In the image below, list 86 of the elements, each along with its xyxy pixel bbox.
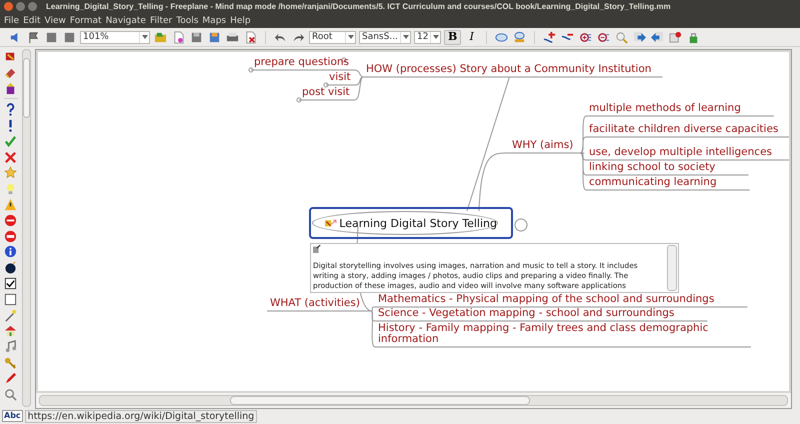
dropdown[interactable]: SansS...: [359, 30, 411, 44]
magic-wand-icon[interactable]: [4, 308, 17, 322]
house-icon[interactable]: [4, 324, 17, 338]
map-node[interactable]: multiple methods of learning: [588, 103, 742, 114]
scrollbar-thumb[interactable]: [23, 58, 30, 118]
tools-icon[interactable]: [4, 50, 17, 63]
map-node[interactable]: prepare questions: [253, 57, 350, 68]
menu-item[interactable]: Navigate: [104, 16, 148, 26]
menu-item[interactable]: View: [42, 16, 68, 26]
dropdown[interactable]: Root: [309, 30, 356, 44]
magnifier-icon[interactable]: [615, 30, 628, 44]
empty-box-icon[interactable]: [4, 292, 17, 306]
save-as-icon[interactable]: [208, 30, 221, 44]
root-node-text: Learning Digital Story Telling: [339, 216, 497, 230]
cloud-icon[interactable]: [495, 30, 508, 44]
italic-button[interactable]: I: [464, 30, 480, 44]
menu-item[interactable]: Edit: [21, 16, 42, 26]
flag-icon[interactable]: [27, 30, 40, 44]
menu-item[interactable]: Tools: [174, 16, 200, 26]
square-icon[interactable]: [45, 30, 58, 44]
map-node[interactable]: Mathematics - Physical mapping of the school and surroundings: [377, 294, 716, 305]
map-node[interactable]: communicating learning: [588, 177, 718, 188]
zoom-out-icon[interactable]: [597, 30, 610, 44]
arrow-left-icon[interactable]: [651, 30, 664, 44]
stop-icon[interactable]: [4, 214, 17, 227]
minimize-button[interactable]: [16, 2, 25, 11]
map-node[interactable]: post visit: [301, 87, 351, 98]
pencil-icon[interactable]: [4, 372, 17, 385]
menu-item[interactable]: Format: [68, 16, 104, 26]
status-link-text: https://en.wikipedia.org/wiki/Digital_storytelling: [24, 410, 258, 422]
caret-icon: [432, 35, 438, 39]
dropdown[interactable]: 101%: [80, 30, 150, 44]
maximize-button[interactable]: [28, 2, 37, 11]
add-link-icon[interactable]: [543, 30, 556, 44]
folder-icon[interactable]: [154, 30, 167, 44]
note-icon: [313, 245, 321, 253]
warning-icon[interactable]: [4, 198, 17, 211]
note-scrollbar[interactable]: [667, 245, 677, 291]
save-icon[interactable]: [190, 30, 203, 44]
menu-item[interactable]: Maps: [200, 16, 228, 26]
cloud-color-icon[interactable]: [513, 30, 526, 44]
zoom-in-icon[interactable]: [579, 30, 592, 44]
dropdown[interactable]: 12: [414, 30, 441, 44]
menu-item[interactable]: Filter: [148, 16, 174, 26]
music-note-icon[interactable]: [4, 340, 17, 354]
window-title: Learning_Digital_Story_Telling - Freeplane - Mind map mode /home/ranjani/Documents/5. ICT Curriculum and courses/COL book/Learning_Digital_Story_Telling.mm: [46, 2, 671, 11]
menu-item[interactable]: File: [2, 16, 22, 26]
minus-icon[interactable]: [4, 230, 17, 243]
fold-indicator-icon[interactable]: [514, 218, 528, 232]
pin-icon[interactable]: [669, 30, 682, 44]
map-node[interactable]: facilitate children diverse capacities: [588, 124, 780, 135]
close-button[interactable]: [4, 2, 13, 11]
arrow-right-icon[interactable]: [633, 30, 646, 44]
map-node[interactable]: Science - Vegetation mapping - school and surroundings: [377, 308, 676, 319]
scrollbar-thumb[interactable]: [230, 396, 530, 405]
caret-icon: [348, 35, 354, 39]
close-document-icon[interactable]: [244, 30, 257, 44]
spell-check-icon[interactable]: Abc: [2, 410, 23, 422]
menu-item[interactable]: Help: [228, 16, 253, 26]
cross-icon[interactable]: [4, 150, 17, 164]
map-node[interactable]: HOW (processes) Story about a Community Institution: [365, 64, 652, 75]
bomb-icon[interactable]: [4, 261, 17, 274]
map-node[interactable]: use, develop multiple intelligences: [588, 147, 774, 158]
caret-icon: [142, 35, 148, 39]
new-document-icon[interactable]: [172, 30, 185, 44]
caret-icon: [402, 35, 408, 39]
check-icon[interactable]: [4, 134, 17, 148]
vertical-scrollbar[interactable]: [22, 49, 31, 407]
root-node[interactable]: Learning Digital Story Telling: [309, 207, 513, 239]
square-icon[interactable]: [63, 30, 76, 44]
map-node[interactable]: linking school to society: [588, 162, 716, 173]
info-icon[interactable]: [4, 245, 17, 258]
key-icon[interactable]: [4, 356, 17, 369]
map-node[interactable]: WHAT (activities): [269, 298, 361, 309]
print-icon[interactable]: [226, 30, 239, 44]
search-icon[interactable]: [4, 388, 17, 401]
map-node[interactable]: visit: [328, 72, 352, 83]
star-icon[interactable]: [4, 166, 17, 180]
horizontal-scrollbar[interactable]: [39, 395, 788, 406]
question-icon[interactable]: [4, 103, 17, 116]
paint-icon[interactable]: [4, 82, 17, 95]
checkbox-icon[interactable]: [4, 276, 17, 290]
map-canvas[interactable]: [36, 50, 791, 393]
map-node[interactable]: WHY (aims): [511, 140, 574, 151]
map-node[interactable]: History - Family mapping - Family trees and class demographic information: [377, 323, 719, 345]
bold-button[interactable]: B: [444, 30, 462, 44]
